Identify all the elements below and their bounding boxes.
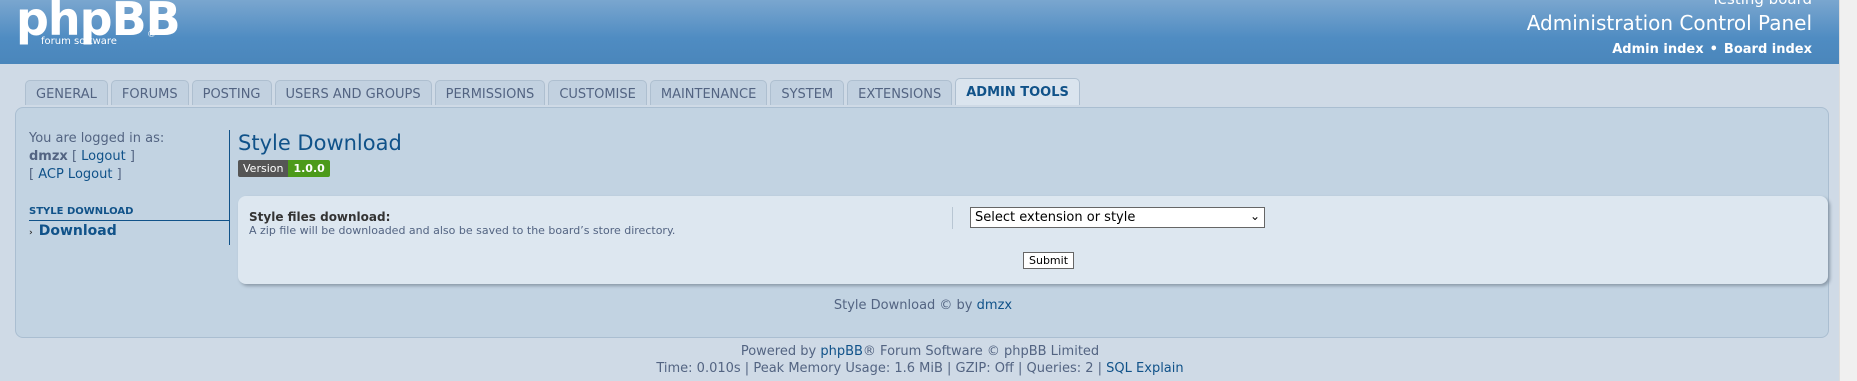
header: phpBB forum software ® Testing board Adm… bbox=[0, 0, 1840, 64]
extension-credit: Style Download © by dmzx bbox=[16, 298, 1830, 313]
field-explain: A zip file will be downloaded and also b… bbox=[249, 224, 676, 237]
logout-link[interactable]: Logout bbox=[81, 149, 126, 164]
field-separator bbox=[952, 207, 953, 229]
tab-extensions[interactable]: EXTENSIONS bbox=[847, 80, 953, 105]
bracket-open: [ bbox=[29, 167, 35, 182]
powered-by-line: Powered by phpBB® Forum Software © phpBB… bbox=[0, 343, 1840, 360]
tab-users-and-groups[interactable]: USERS AND GROUPS bbox=[274, 80, 432, 105]
stats-line: Time: 0.010s | Peak Memory Usage: 1.6 Mi… bbox=[0, 360, 1840, 377]
chevron-down-icon: ⌄ bbox=[1249, 209, 1260, 223]
user-line: dmzx [ Logout ] bbox=[29, 148, 244, 166]
bracket-close: ] bbox=[116, 167, 122, 182]
tab-bar: GENERAL FORUMS POSTING USERS AND GROUPS … bbox=[25, 78, 1080, 105]
bullet-separator: • bbox=[1709, 42, 1718, 57]
menu-divider bbox=[229, 130, 230, 245]
board-name: Testing board bbox=[1711, 0, 1812, 8]
menu-section-heading: STYLE DOWNLOAD bbox=[29, 206, 229, 221]
tab-posting[interactable]: POSTING bbox=[191, 80, 272, 105]
credit-text: Style Download © by bbox=[833, 298, 973, 313]
board-index-link[interactable]: Board index bbox=[1724, 42, 1812, 57]
powered-suffix: ® Forum Software © phpBB Limited bbox=[862, 344, 1100, 359]
acp-title: Administration Control Panel bbox=[1526, 11, 1812, 35]
side-menu: You are logged in as: dmzx [ Logout ] [ … bbox=[29, 130, 244, 184]
stats-text: Time: 0.010s | Peak Memory Usage: 1.6 Mi… bbox=[656, 361, 1103, 376]
acp-logout-line: [ ACP Logout ] bbox=[29, 166, 244, 184]
main-panel: You are logged in as: dmzx [ Logout ] [ … bbox=[15, 107, 1829, 338]
download-form: Style files download: A zip file will be… bbox=[238, 196, 1828, 284]
phpbb-link[interactable]: phpBB bbox=[820, 344, 863, 359]
admin-index-link[interactable]: Admin index bbox=[1612, 42, 1703, 57]
powered-prefix: Powered by bbox=[740, 344, 817, 359]
tab-admin-tools[interactable]: ADMIN TOOLS bbox=[955, 78, 1080, 105]
tab-permissions[interactable]: PERMISSIONS bbox=[434, 80, 546, 105]
acp-logout-link[interactable]: ACP Logout bbox=[38, 167, 112, 182]
tab-forums[interactable]: FORUMS bbox=[110, 80, 189, 105]
bracket-open: [ bbox=[71, 149, 78, 164]
menu-item-label: Download bbox=[38, 223, 117, 239]
page-footer: Powered by phpBB® Forum Software © phpBB… bbox=[0, 343, 1840, 377]
tab-system[interactable]: SYSTEM bbox=[770, 80, 845, 105]
version-label: Version bbox=[238, 160, 289, 177]
menu-item-download[interactable]: › Download bbox=[29, 223, 117, 239]
username: dmzx bbox=[29, 149, 68, 164]
logo-registered-mark: ® bbox=[147, 30, 156, 40]
logo-subtext: forum software bbox=[41, 36, 117, 47]
submit-button[interactable]: Submit bbox=[1023, 252, 1075, 269]
tab-general[interactable]: GENERAL bbox=[25, 80, 108, 105]
bracket-close: ] bbox=[129, 149, 135, 164]
field-label: Style files download: bbox=[249, 210, 391, 224]
credit-author-link[interactable]: dmzx bbox=[977, 298, 1012, 313]
select-value: Select extension or style bbox=[975, 210, 1136, 225]
page-title: Style Download bbox=[238, 131, 402, 155]
logged-in-label: You are logged in as: bbox=[29, 131, 165, 146]
tab-maintenance[interactable]: MAINTENANCE bbox=[649, 80, 768, 105]
style-select[interactable]: Select extension or style ⌄ bbox=[970, 207, 1265, 228]
sql-explain-link[interactable]: SQL Explain bbox=[1106, 361, 1183, 376]
scrollbar[interactable] bbox=[1839, 0, 1857, 381]
chevron-right-icon: › bbox=[29, 228, 33, 238]
header-links: Admin index • Board index bbox=[1612, 42, 1812, 57]
page: phpBB forum software ® Testing board Adm… bbox=[0, 0, 1840, 381]
version-number: 1.0.0 bbox=[288, 160, 330, 177]
version-badge: Version 1.0.0 bbox=[238, 160, 330, 177]
tab-customise[interactable]: CUSTOMISE bbox=[548, 80, 647, 105]
